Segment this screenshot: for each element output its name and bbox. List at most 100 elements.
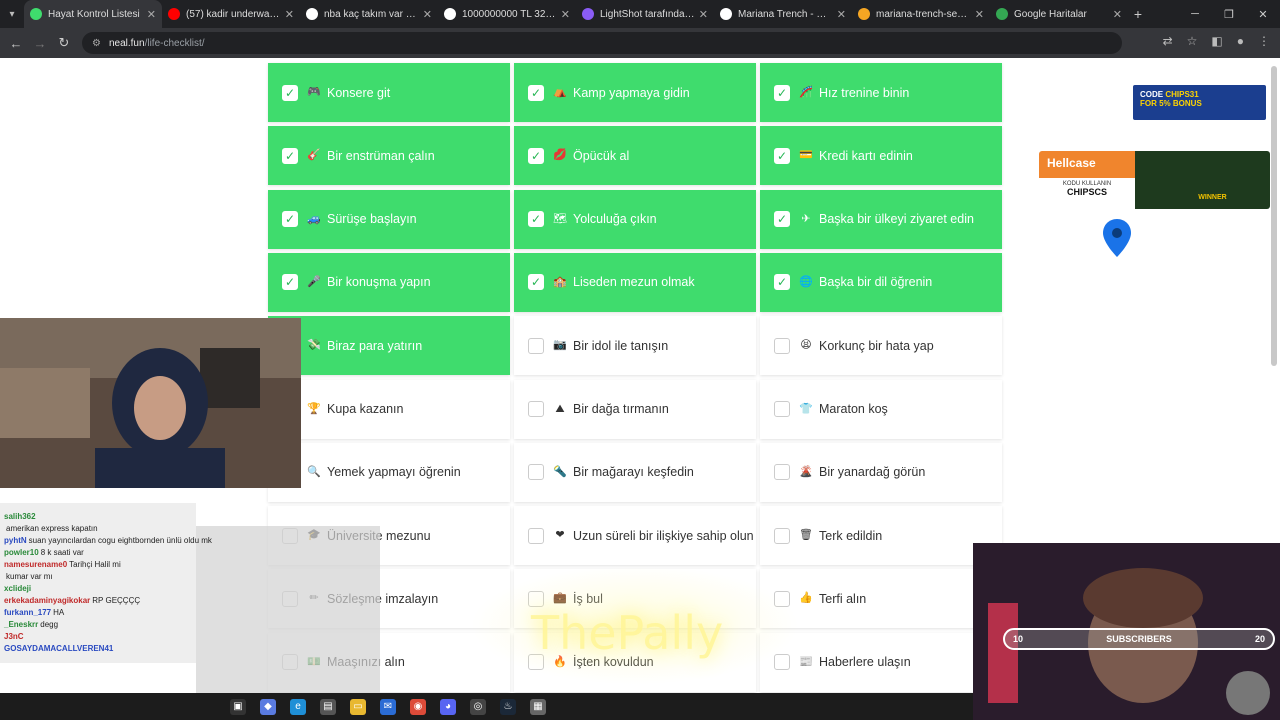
calculator-icon[interactable]: ▦ bbox=[530, 698, 546, 715]
browser-tab[interactable]: 1000000000 TL 32 Gün V ✕ bbox=[438, 0, 576, 28]
tab-close-icon[interactable]: ✕ bbox=[837, 8, 846, 21]
checklist-item[interactable]: ✓ 💳 Kredi kartı edinin bbox=[760, 126, 1002, 186]
mail-icon[interactable]: ✉ bbox=[380, 698, 396, 715]
extensions-icon[interactable]: ◧ bbox=[1211, 34, 1222, 48]
chat-text: suan yayıncılardan cogu eightbornden ünl… bbox=[28, 536, 212, 545]
checkbox[interactable]: ✓ bbox=[774, 147, 790, 164]
chat-message: erkekadaminyagikokar RP GEÇÇÇÇ bbox=[0, 595, 380, 607]
restore-icon[interactable]: ❐ bbox=[1212, 0, 1246, 28]
minimize-icon[interactable]: ─ bbox=[1178, 0, 1212, 28]
checklist-item[interactable]: ✓ 🏫 Liseden mezun olmak bbox=[514, 252, 756, 312]
checklist-item[interactable]: ✓ 🎤 Bir konuşma yapın bbox=[268, 252, 510, 312]
checklist-item[interactable]: ✓ 🎸 Bir enstrüman çalın bbox=[268, 126, 510, 186]
checkbox[interactable] bbox=[774, 401, 790, 417]
tab-close-icon[interactable]: ✕ bbox=[423, 8, 432, 21]
menu-icon[interactable]: ⋮ bbox=[1258, 34, 1270, 48]
site-info-icon[interactable]: ⚙ bbox=[92, 38, 101, 49]
checklist-item-label: Kamp yapmaya gidin bbox=[573, 85, 690, 100]
checklist-item[interactable]: ✓💸Biraz para yatırın bbox=[268, 316, 510, 376]
checkbox[interactable]: ✓ bbox=[528, 274, 544, 291]
translate-icon[interactable]: ⇄ bbox=[1163, 34, 1173, 48]
checkbox[interactable] bbox=[528, 401, 544, 417]
profile-icon[interactable]: ● bbox=[1237, 34, 1244, 48]
checklist-item-label: Kupa kazanın bbox=[327, 402, 404, 416]
hellcase-ad-banner[interactable]: Hellcase KODU KULLANIN CHIPSCS WINNER bbox=[1039, 151, 1270, 209]
tab-close-icon[interactable]: ✕ bbox=[975, 8, 984, 21]
checkbox[interactable]: ✓ bbox=[528, 84, 544, 101]
checklist-item[interactable]: ⛰ Bir dağa tırmanın bbox=[514, 379, 756, 439]
scrollbar[interactable] bbox=[1270, 58, 1278, 378]
browser-tab[interactable]: nba kaç takım var - Goog ✕ bbox=[300, 0, 438, 28]
checklist-item[interactable]: 📰 Haberlere ulaşın bbox=[760, 632, 1002, 692]
tab-close-icon[interactable]: ✕ bbox=[147, 8, 156, 21]
checkbox[interactable]: ✓ bbox=[774, 84, 790, 101]
new-tab-button[interactable]: + bbox=[1128, 6, 1148, 22]
store-icon[interactable]: ▤ bbox=[320, 698, 336, 715]
bookmark-star-icon[interactable]: ☆ bbox=[1187, 34, 1198, 48]
checkbox[interactable] bbox=[774, 337, 790, 354]
checklist-item[interactable]: ✓ 🎢 Hız trenine binin bbox=[760, 63, 1002, 122]
checkbox[interactable]: ✓ bbox=[774, 211, 790, 228]
checklist-item[interactable]: 😫 Korkunç bir hata yap bbox=[760, 316, 1002, 376]
close-window-icon[interactable]: ✕ bbox=[1246, 0, 1280, 28]
item-emoji-icon: 🏫 bbox=[553, 275, 567, 288]
checklist-item[interactable]: ✓ 💋 Öpücük al bbox=[514, 126, 756, 186]
checklist-item[interactable]: 🗑 Terk edildin bbox=[760, 506, 1002, 566]
checklist-item[interactable]: 🔦 Bir mağarayı keşfedin bbox=[514, 442, 756, 502]
tab-favicon-icon bbox=[720, 8, 732, 20]
discord-icon[interactable]: ◕ bbox=[440, 698, 456, 715]
browser-tab[interactable]: Hayat Kontrol Listesi ✕ bbox=[24, 0, 162, 28]
checkbox[interactable]: ✓ bbox=[528, 211, 544, 228]
edge-icon[interactable]: e bbox=[290, 698, 306, 715]
copilot-icon[interactable]: ◆ bbox=[260, 698, 276, 715]
item-emoji-icon: 🏆 bbox=[307, 402, 321, 415]
checkbox[interactable]: ✓ bbox=[774, 274, 790, 291]
chat-username: J3nC bbox=[4, 632, 24, 641]
checkbox[interactable]: ✓ bbox=[282, 274, 298, 291]
checkbox[interactable]: ✓ bbox=[282, 211, 298, 228]
back-icon[interactable]: ← bbox=[4, 36, 28, 51]
tab-close-icon[interactable]: ✕ bbox=[1113, 8, 1122, 21]
checkbox[interactable] bbox=[528, 337, 544, 354]
checklist-item[interactable]: 🏆 Kupa kazanın bbox=[268, 379, 510, 439]
checklist-item[interactable]: ✓ 🚙 Sürüşe başlayın bbox=[268, 189, 510, 249]
checklist-item[interactable]: 📷 Bir idol ile tanışın bbox=[514, 316, 756, 376]
tab-close-icon[interactable]: ✕ bbox=[699, 8, 708, 21]
checkbox[interactable] bbox=[774, 654, 790, 671]
url-field[interactable]: ⚙ neal.fun/life-checklist/ bbox=[82, 32, 1122, 54]
checkbox[interactable] bbox=[774, 527, 790, 544]
tab-title: nba kaç takım var - Goog bbox=[324, 8, 419, 20]
checklist-item[interactable]: ✓ 🗺 Yolculuğa çıkın bbox=[514, 189, 756, 249]
checklist-item[interactable]: ✓ 🎮 Konsere git bbox=[268, 63, 510, 122]
tab-search-icon[interactable]: ▾ bbox=[0, 0, 24, 28]
checklist-item[interactable]: 🔍 Yemek yapmayı öğrenin bbox=[268, 442, 510, 502]
checklist-item[interactable]: 👕 Maraton koş bbox=[760, 379, 1002, 439]
checklist-item[interactable]: ✓ ✈ Başka bir ülkeyi ziyaret edin bbox=[760, 189, 1002, 249]
browser-tab[interactable]: mariana-trench-sea-illust ✕ bbox=[852, 0, 990, 28]
checkbox[interactable]: ✓ bbox=[282, 84, 298, 101]
reload-icon[interactable]: ↻ bbox=[52, 35, 76, 51]
tab-close-icon[interactable]: ✕ bbox=[561, 8, 570, 21]
checkbox[interactable] bbox=[774, 464, 790, 481]
steam-icon[interactable]: ♨ bbox=[500, 698, 516, 715]
browser-tab[interactable]: Google Haritalar ✕ bbox=[990, 0, 1128, 28]
explorer-icon[interactable]: ▭ bbox=[350, 698, 366, 715]
forward-icon[interactable]: → bbox=[28, 36, 52, 51]
checkbox[interactable]: ✓ bbox=[528, 147, 544, 164]
checklist-item[interactable]: ❤ Uzun süreli bir ilişkiye sahip olun bbox=[514, 506, 756, 566]
checkbox[interactable] bbox=[528, 464, 544, 481]
checkbox[interactable] bbox=[528, 527, 544, 544]
checkbox[interactable]: ✓ bbox=[282, 147, 298, 164]
chips-ad-banner[interactable]: CODE CHIPS31 FOR 5% BONUS bbox=[1133, 85, 1266, 120]
browser-tab[interactable]: (57) kadir underwater ru ✕ bbox=[162, 0, 300, 28]
chrome-icon[interactable]: ◉ bbox=[410, 698, 426, 715]
browser-tab[interactable]: LightShot tarafından Ekra ✕ bbox=[576, 0, 714, 28]
task-view-icon[interactable]: ▣ bbox=[230, 698, 246, 715]
checklist-item[interactable]: ✓ ⛺ Kamp yapmaya gidin bbox=[514, 63, 756, 122]
checklist-item[interactable]: 🌋 Bir yanardağ görün bbox=[760, 442, 1002, 502]
tab-close-icon[interactable]: ✕ bbox=[285, 8, 294, 21]
checklist-item[interactable]: ✓ 🌐 Başka bir dil öğrenin bbox=[760, 252, 1002, 312]
obs-icon[interactable]: ◎ bbox=[470, 698, 486, 715]
browser-tab[interactable]: Mariana Trench - Google ✕ bbox=[714, 0, 852, 28]
chat-text: degg bbox=[40, 620, 59, 629]
